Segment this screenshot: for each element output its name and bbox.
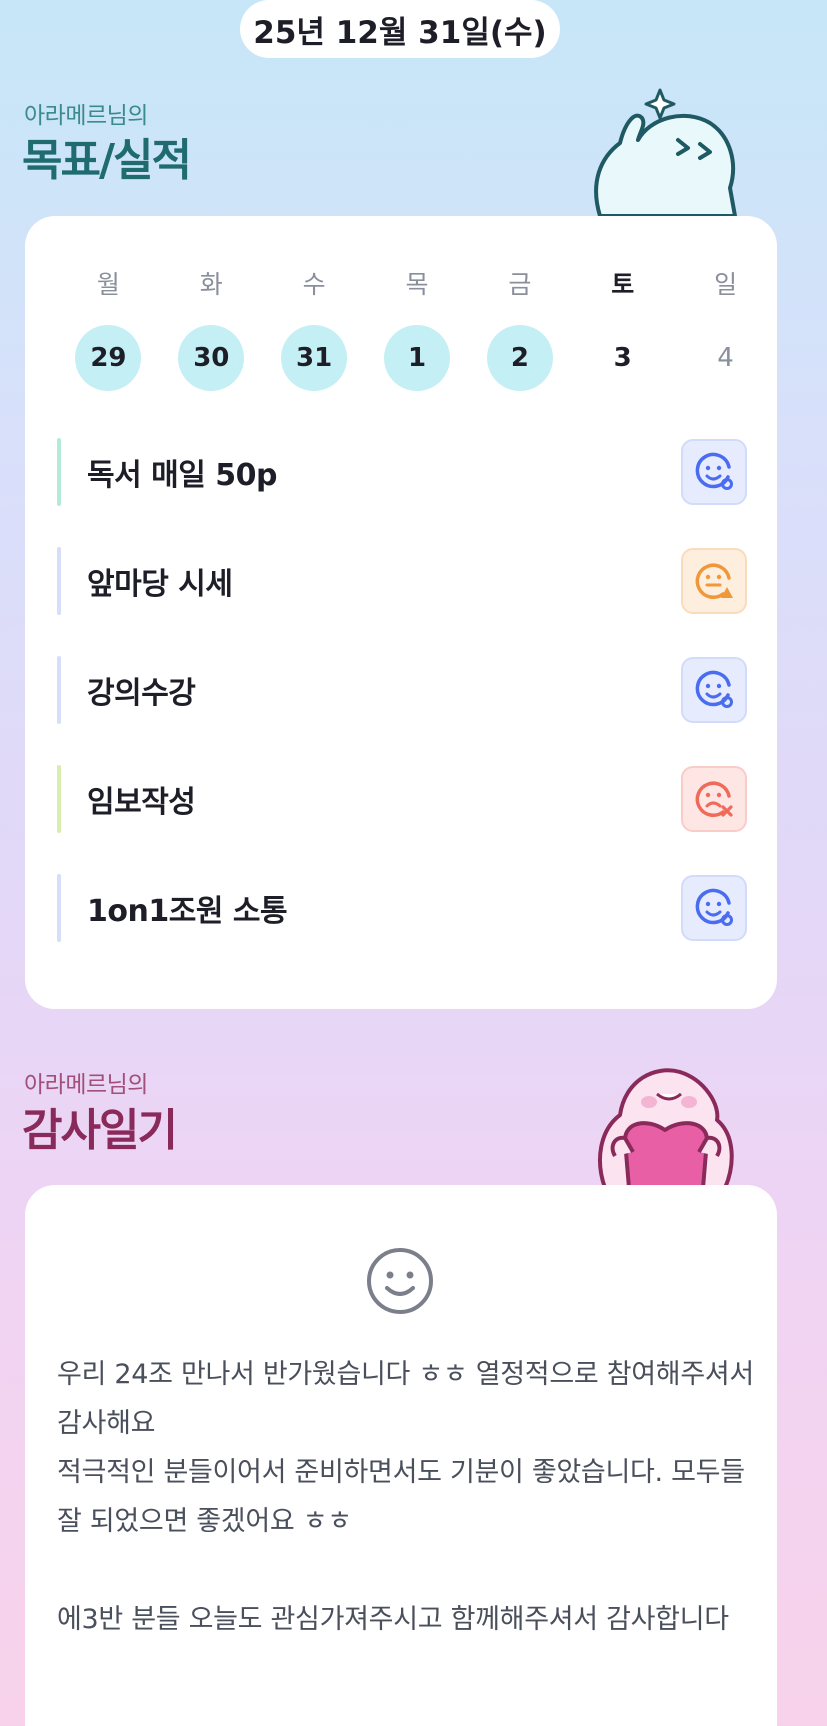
day-cell[interactable]: 4 xyxy=(674,324,777,392)
goal-row[interactable]: 임보작성 xyxy=(57,765,747,833)
day-number: 30 xyxy=(178,325,245,391)
day-cell[interactable]: 3 xyxy=(571,324,674,392)
goal-color-bar xyxy=(57,438,61,506)
day-number: 29 xyxy=(75,325,142,391)
goal-row[interactable]: 1on1조원 소통 xyxy=(57,874,747,942)
smile-check-icon[interactable] xyxy=(681,439,747,505)
smile-check-icon[interactable] xyxy=(681,657,747,723)
goal-label: 임보작성 xyxy=(87,785,196,820)
day-number: 1 xyxy=(384,325,450,391)
day-cell[interactable]: 2 xyxy=(468,324,571,392)
goal-row[interactable]: 앞마당 시세 xyxy=(57,547,747,615)
day-number: 2 xyxy=(486,325,553,391)
mint-mascot-icon xyxy=(594,88,737,218)
goal-color-bar xyxy=(57,656,61,724)
goal-color-bar xyxy=(57,547,61,615)
smile-face-icon[interactable] xyxy=(365,1246,435,1316)
weekday-header: 월화수목금토일 xyxy=(57,265,777,301)
frown-x-icon[interactable] xyxy=(681,766,747,832)
gratitude-title: 감사일기 xyxy=(22,1105,178,1156)
weekday-label: 수 xyxy=(302,270,326,299)
goal-row[interactable]: 독서 매일 50p xyxy=(57,438,747,506)
pink-heart-mascot-icon xyxy=(598,1068,734,1188)
day-cell[interactable]: 30 xyxy=(160,324,263,392)
goals-card: 월 화 수 목 금 토 일 29 30 31 1 2 3 4 독서 매일 50p 앞마당 시세강의수강임보… xyxy=(25,216,777,1009)
weekday-label: 월 xyxy=(96,270,120,299)
weekday-label: 목 xyxy=(405,270,429,299)
goal-row[interactable]: 강의수강 xyxy=(57,656,747,724)
day-cell[interactable]: 29 xyxy=(57,324,160,392)
gratitude-text: 우리 24조 만나서 반가웠습니다 ㅎㅎ 열정적으로 참여해주셔서 감사해요 적… xyxy=(57,1359,754,1635)
goal-label: 독서 매일 50p xyxy=(87,458,278,493)
weekday-label: 토 xyxy=(611,270,635,299)
day-number: 4 xyxy=(717,343,734,373)
day-cell[interactable]: 1 xyxy=(366,324,469,392)
weekday-label: 일 xyxy=(714,270,738,299)
day-number: 3 xyxy=(613,343,632,373)
day-cell[interactable]: 31 xyxy=(263,324,366,392)
weekday-label: 화 xyxy=(199,270,223,299)
goal-color-bar xyxy=(57,874,61,942)
goal-label: 강의수강 xyxy=(87,676,196,711)
gratitude-card: 우리 24조 만나서 반가웠습니다 ㅎㅎ 열정적으로 참여해주셔서 감사해요 적… xyxy=(25,1185,777,1726)
weekday-label: 금 xyxy=(508,270,532,299)
week-dates: 29 30 31 1 2 3 4 xyxy=(57,324,777,392)
smile-check-icon[interactable] xyxy=(681,875,747,941)
date-pill[interactable]: 25년 12월 31일(수) xyxy=(240,0,560,58)
smile-warning-icon[interactable] xyxy=(681,548,747,614)
day-number: 31 xyxy=(281,325,348,391)
goals-title: 목표/실적 xyxy=(22,135,192,186)
goal-color-bar xyxy=(57,765,61,833)
goal-label: 1on1조원 소통 xyxy=(87,894,288,929)
goal-label: 앞마당 시세 xyxy=(87,567,233,602)
